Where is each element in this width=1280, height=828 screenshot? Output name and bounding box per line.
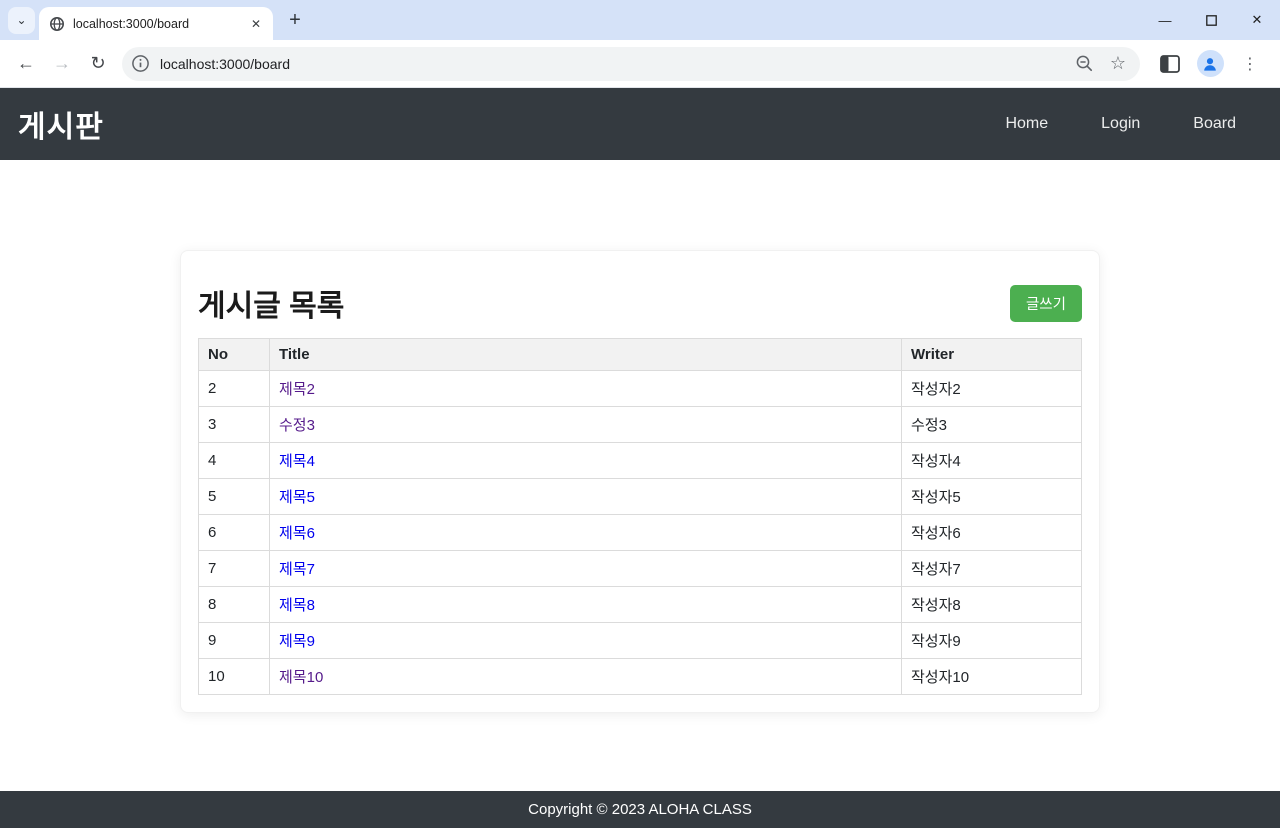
brand-logo[interactable]: 게시판 — [18, 102, 104, 146]
cell-no: 9 — [198, 622, 270, 659]
site-info-icon[interactable] — [131, 54, 150, 73]
cell-title: 제목2 — [269, 370, 902, 407]
board-table: No Title Writer 2 제목2 작성자2 3 수정3 수정3 4 제목4 작성자4 5… — [198, 338, 1082, 695]
page-title: 게시글 목록 — [198, 290, 345, 323]
page-body: 게시글 목록 글쓰기 No Title Writer 2 제목2 작성자2 3 수정3 수… — [0, 160, 1280, 791]
window-close-button[interactable]: ✕ — [1234, 0, 1280, 40]
cell-title: 제목5 — [269, 478, 902, 515]
cell-title: 수정3 — [269, 406, 902, 443]
forward-button[interactable]: → — [44, 46, 80, 82]
tab-close-icon[interactable]: ✕ — [247, 15, 265, 33]
cell-writer: 작성자7 — [901, 550, 1082, 587]
post-title-link[interactable]: 제목7 — [279, 561, 315, 578]
cell-title: 제목7 — [269, 550, 902, 587]
bookmark-star-icon[interactable]: ☆ — [1110, 53, 1126, 74]
back-button[interactable]: ← — [8, 46, 44, 82]
column-header-title: Title — [269, 338, 902, 371]
window-minimize-button[interactable]: — — [1142, 0, 1188, 40]
post-title-link[interactable]: 제목9 — [279, 633, 315, 650]
new-tab-button[interactable]: + — [281, 6, 309, 34]
cell-writer: 수정3 — [901, 406, 1082, 443]
cell-no: 2 — [198, 370, 270, 407]
cell-writer: 작성자10 — [901, 658, 1082, 695]
site-navbar: 게시판 Home Login Board — [0, 88, 1280, 160]
cell-writer: 작성자8 — [901, 586, 1082, 623]
table-row: 2 제목2 작성자2 — [198, 370, 1082, 407]
card-header: 게시글 목록 글쓰기 — [198, 281, 1082, 325]
cell-writer: 작성자4 — [901, 442, 1082, 479]
cell-no: 7 — [198, 550, 270, 587]
post-title-link[interactable]: 제목10 — [279, 669, 323, 686]
tab-search-button[interactable]: ⌄ — [8, 6, 35, 34]
table-row: 8 제목8 작성자8 — [198, 586, 1082, 623]
address-bar[interactable]: localhost:3000/board ☆ — [122, 46, 1140, 81]
cell-no: 4 — [198, 442, 270, 479]
cell-title: 제목9 — [269, 622, 902, 659]
window-maximize-button[interactable] — [1188, 0, 1234, 40]
kebab-menu-icon: ⋮ — [1242, 55, 1258, 73]
post-title-link[interactable]: 제목8 — [279, 597, 315, 614]
write-post-button[interactable]: 글쓰기 — [1009, 284, 1082, 322]
table-body: 2 제목2 작성자2 3 수정3 수정3 4 제목4 작성자4 5 제목5 작성자5 6 제목6 작성자6 7… — [198, 370, 1082, 695]
window-controls: — ✕ — [1142, 0, 1280, 40]
cell-no: 10 — [198, 658, 270, 695]
profile-button[interactable] — [1192, 46, 1228, 82]
browser-toolbar: ← → ↻ localhost:3000/board ☆ ⋮ — [0, 40, 1280, 88]
site-footer: Copyright © 2023 ALOHA CLASS — [0, 791, 1280, 828]
cell-title: 제목8 — [269, 586, 902, 623]
nav-link-home[interactable]: Home — [1005, 115, 1048, 133]
cell-writer: 작성자2 — [901, 370, 1082, 407]
cell-writer: 작성자5 — [901, 478, 1082, 515]
browser-tabstrip: ⌄ localhost:3000/board ✕ + — ✕ — [0, 0, 1280, 40]
cell-no: 5 — [198, 478, 270, 515]
cell-writer: 작성자6 — [901, 514, 1082, 551]
table-header-row: No Title Writer — [198, 338, 1082, 371]
table-row: 9 제목9 작성자9 — [198, 622, 1082, 659]
cell-writer: 작성자9 — [901, 622, 1082, 659]
forward-icon: → — [53, 53, 71, 73]
maximize-icon — [1205, 14, 1217, 26]
person-icon — [1204, 57, 1216, 71]
post-title-link[interactable]: 제목4 — [279, 453, 315, 470]
zoom-out-icon[interactable] — [1075, 54, 1094, 73]
reload-button[interactable]: ↻ — [80, 46, 116, 82]
cell-no: 8 — [198, 586, 270, 623]
table-row: 10 제목10 작성자10 — [198, 658, 1082, 695]
table-row: 7 제목7 작성자7 — [198, 550, 1082, 587]
tab-title: localhost:3000/board — [73, 16, 190, 31]
side-panel-button[interactable] — [1152, 46, 1188, 82]
nav-link-board[interactable]: Board — [1193, 115, 1236, 133]
post-title-link[interactable]: 수정3 — [279, 417, 315, 434]
browser-menu-button[interactable]: ⋮ — [1232, 46, 1268, 82]
board-card: 게시글 목록 글쓰기 No Title Writer 2 제목2 작성자2 3 수정3 수… — [180, 250, 1100, 713]
table-row: 6 제목6 작성자6 — [198, 514, 1082, 551]
avatar — [1196, 50, 1224, 77]
browser-tab[interactable]: localhost:3000/board ✕ — [39, 7, 273, 40]
cell-title: 제목10 — [269, 658, 902, 695]
table-row: 5 제목5 작성자5 — [198, 478, 1082, 515]
table-row: 3 수정3 수정3 — [198, 406, 1082, 443]
cell-no: 3 — [198, 406, 270, 443]
chevron-down-icon: ⌄ — [16, 13, 27, 27]
cell-title: 제목4 — [269, 442, 902, 479]
nav-link-login[interactable]: Login — [1101, 115, 1140, 133]
back-icon: ← — [17, 53, 35, 73]
reload-icon: ↻ — [90, 53, 106, 73]
cell-no: 6 — [198, 514, 270, 551]
globe-icon — [49, 16, 65, 32]
copyright-text: Copyright © 2023 ALOHA CLASS — [528, 801, 752, 818]
cell-title: 제목6 — [269, 514, 902, 551]
side-panel-icon — [1160, 54, 1180, 73]
url-text[interactable]: localhost:3000/board — [160, 56, 1075, 72]
column-header-writer: Writer — [901, 338, 1082, 371]
toolbar-right-icons: ⋮ — [1152, 46, 1272, 82]
post-title-link[interactable]: 제목6 — [279, 525, 315, 542]
nav-links: Home Login Board — [1005, 115, 1236, 133]
post-title-link[interactable]: 제목5 — [279, 489, 315, 506]
post-title-link[interactable]: 제목2 — [279, 381, 315, 398]
table-row: 4 제목4 작성자4 — [198, 442, 1082, 479]
column-header-no: No — [198, 338, 270, 371]
